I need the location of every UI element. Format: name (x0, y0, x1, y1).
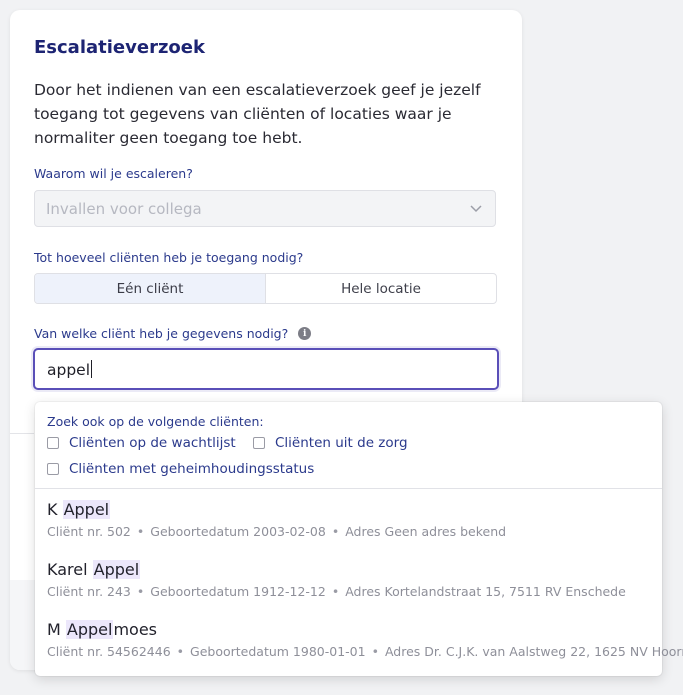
search-result-item[interactable]: Karel Appel Cliënt nr. 243 • Geboortedatum… (35, 554, 662, 612)
dropdown-separator (35, 488, 662, 489)
result-name: M Appelmoes (47, 620, 157, 639)
search-result-item[interactable]: K Appel Cliënt nr. 502 • Geboortedatum 200… (35, 494, 662, 552)
match-highlight: Appel (65, 620, 114, 639)
result-name: Karel Appel (47, 560, 141, 579)
reason-select-value: Invallen voor collega (46, 200, 202, 218)
filter-out-of-care-checkbox[interactable]: Cliënten uit de zorg (253, 435, 408, 451)
client-search-input[interactable]: appel (33, 348, 499, 390)
filter-confidential-checkbox[interactable]: Cliënten met geheimhoudingsstatus (47, 461, 314, 477)
filter-waitlist-label: Cliënten op de wachtlijst (69, 435, 236, 451)
scope-label: Tot hoeveel cliënten heb je toegang nodi… (34, 250, 304, 265)
result-meta: Cliënt nr. 243 • Geboortedatum 1912-12-12 •… (47, 584, 626, 599)
info-icon[interactable]: i (298, 327, 312, 340)
filter-out-of-care-label: Cliënten uit de zorg (275, 435, 408, 451)
reason-label: Waarom wil je escaleren? (34, 166, 193, 181)
page-title: Escalatieverzoek (34, 37, 205, 58)
chevron-down-icon (470, 205, 482, 213)
result-meta: Cliënt nr. 54562446 • Geboortedatum 1980-0… (47, 644, 683, 659)
search-results-dropdown: Zoek ook op de volgende cliënten: Cliënt… (35, 402, 683, 676)
match-highlight: Appel (62, 500, 111, 519)
intro-text: Door het indienen van een escalatieverzo… (34, 81, 481, 147)
filter-waitlist-checkbox[interactable]: Cliënten op de wachtlijst (47, 435, 236, 451)
reason-select[interactable]: Invallen voor collega (34, 190, 496, 227)
checkbox-icon (253, 437, 265, 449)
dropdown-heading: Zoek ook op de volgende cliënten: (47, 414, 264, 429)
client-search-value: appel (47, 360, 93, 379)
search-result-item[interactable]: M Appelmoes Cliënt nr. 54562446 • Geboorte… (35, 614, 683, 672)
filter-confidential-label: Cliënten met geheimhoudingsstatus (69, 461, 315, 477)
text-caret (91, 360, 93, 378)
scope-option-one-client[interactable]: Eén cliënt (35, 274, 266, 303)
scope-segmented-control: Eén cliënt Hele locatie (34, 273, 497, 304)
scope-option-whole-location[interactable]: Hele locatie (266, 274, 496, 303)
checkbox-icon (47, 463, 59, 475)
client-search-label: Van welke cliënt heb je gegevens nodig? (34, 326, 289, 341)
client-search-label-row: Van welke cliënt heb je gegevens nodig? … (34, 326, 312, 341)
divider (10, 433, 34, 434)
match-highlight: Appel (92, 560, 141, 579)
result-meta: Cliënt nr. 502 • Geboortedatum 2003-02-08 •… (47, 524, 507, 539)
result-name: K Appel (47, 500, 111, 519)
checkbox-icon (47, 437, 59, 449)
